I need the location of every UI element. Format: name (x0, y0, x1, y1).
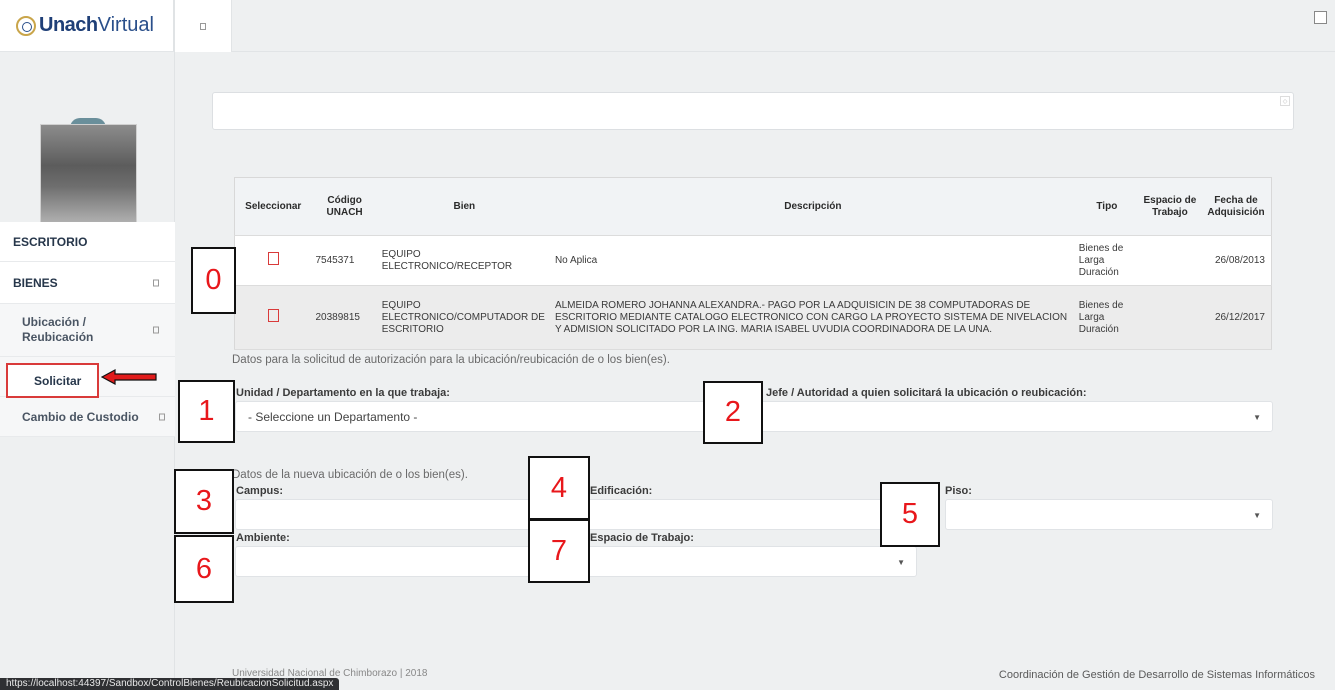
annotation-7: 7 (528, 519, 590, 583)
topbar (175, 0, 1335, 52)
espacio-label: Espacio de Trabajo: (590, 532, 694, 544)
sidebar: Unach Virtual Servidor Universitario ESC… (0, 0, 175, 690)
logo[interactable]: Unach Virtual (0, 0, 174, 52)
select-checkbox[interactable] (267, 252, 279, 265)
cell-espacio (1138, 285, 1201, 350)
unidad-select[interactable]: - Seleccione un Departamento - (235, 401, 725, 432)
sidebar-item-label: Cambio de Custodio (22, 409, 139, 424)
annotation-5: 5 (880, 482, 940, 547)
sidebar-item-cambio-custodio[interactable]: Cambio de Custodio (0, 397, 175, 437)
col-header: Tipo (1074, 177, 1139, 236)
chevron-icon (159, 413, 165, 420)
location-note: Datos de la nueva ubicación de o los bie… (232, 469, 468, 481)
cell-fecha: 26/08/2013 (1200, 235, 1272, 286)
menu-toggle-button[interactable] (175, 0, 232, 52)
cell-codigo: 20389815 (311, 285, 378, 350)
sidebar-menu: ESCRITORIO BIENES Ubicación / Reubicació… (0, 222, 175, 437)
goods-table: Seleccionar Código UNACH Bien Descripció… (234, 177, 1272, 350)
sidebar-item-label: ESCRITORIO (13, 234, 88, 249)
annotation-2: 2 (703, 381, 763, 444)
status-url: https://localhost:44397/Sandbox/ControlB… (0, 678, 340, 690)
menu-icon (200, 22, 206, 30)
col-header: Bien (377, 177, 551, 236)
clear-icon[interactable]: ◇ (1280, 96, 1290, 106)
arrow-left-icon (101, 369, 157, 385)
avatar (40, 124, 137, 228)
unach-logo-icon (16, 15, 36, 36)
annotation-6: 6 (174, 535, 234, 603)
cell-fecha: 26/12/2017 (1200, 285, 1272, 350)
dropdown-arrow-icon: ▼ (1253, 413, 1261, 422)
request-note: Datos para la solicitud de autorización … (232, 354, 670, 366)
jefe-label: Jefe / Autoridad a quien solicitará la u… (766, 387, 1087, 399)
logo-light: Virtual (97, 14, 154, 36)
table-row: 20389815 EQUIPO ELECTRONICO/COMPUTADOR D… (234, 285, 1272, 350)
col-header: Fecha de Adquisición (1200, 177, 1272, 236)
sidebar-item-escritorio[interactable]: ESCRITORIO (0, 222, 175, 262)
ambiente-label: Ambiente: (236, 532, 290, 544)
cell-bien: EQUIPO ELECTRONICO/RECEPTOR (377, 235, 551, 286)
select-checkbox[interactable] (267, 309, 279, 322)
chevron-icon (153, 279, 159, 286)
cell-espacio (1138, 235, 1201, 286)
sidebar-item-label: Ubicación / Reubicación (22, 315, 94, 344)
cell-codigo: 7545371 (311, 235, 378, 286)
sidebar-item-solicitar[interactable]: Solicitar (6, 363, 99, 398)
unidad-select-value: - Seleccione un Departamento - (248, 409, 418, 424)
col-header: Código UNACH (311, 177, 378, 236)
campus-select[interactable] (235, 499, 555, 530)
profile: Servidor Universitario (0, 52, 174, 248)
cell-bien: EQUIPO ELECTRONICO/COMPUTADOR DE ESCRITO… (377, 285, 551, 350)
unidad-label: Unidad / Departamento en la que trabaja: (236, 387, 450, 399)
sidebar-item-label: Solicitar (34, 373, 82, 388)
edificacion-select[interactable] (585, 499, 913, 530)
col-header: Descripción (550, 177, 1075, 236)
chevron-icon (153, 326, 159, 334)
sidebar-item-bienes[interactable]: BIENES (0, 262, 175, 304)
espacio-select[interactable]: ▼ (585, 546, 917, 577)
search-input[interactable]: ◇ (212, 92, 1294, 130)
cell-tipo: Bienes de Larga Duración (1074, 285, 1139, 350)
col-header: Espacio de Trabajo (1138, 177, 1201, 236)
sidebar-item-label: BIENES (13, 275, 58, 290)
sidebar-item-ubicacion[interactable]: Ubicación / Reubicación (0, 304, 175, 357)
select-cell[interactable] (234, 285, 312, 350)
cell-descripcion: No Aplica (550, 235, 1075, 286)
annotation-1: 1 (178, 380, 235, 443)
footer-right: Coordinación de Gestión de Desarrollo de… (998, 669, 1315, 681)
piso-label: Piso: (945, 485, 972, 497)
dropdown-arrow-icon: ▼ (897, 558, 905, 567)
cell-descripcion: ALMEIDA ROMERO JOHANNA ALEXANDRA.- PAGO … (550, 285, 1075, 350)
ambiente-select[interactable] (235, 546, 555, 577)
dropdown-arrow-icon: ▼ (1253, 511, 1261, 520)
campus-label: Campus: (236, 485, 284, 497)
jefe-select[interactable]: ▼ (760, 401, 1273, 432)
col-header: Seleccionar (234, 177, 312, 236)
table-row: 7545371 EQUIPO ELECTRONICO/RECEPTOR No A… (234, 235, 1272, 286)
piso-select[interactable]: ▼ (945, 499, 1273, 530)
edificacion-label: Edificación: (590, 485, 653, 497)
select-cell[interactable] (234, 235, 312, 286)
fullscreen-icon[interactable] (1314, 11, 1327, 24)
logo-strong: Unach (39, 14, 98, 36)
annotation-0: 0 (191, 247, 236, 314)
annotation-4: 4 (528, 456, 590, 520)
annotation-3: 3 (174, 469, 234, 534)
cell-tipo: Bienes de Larga Duración (1074, 235, 1139, 286)
